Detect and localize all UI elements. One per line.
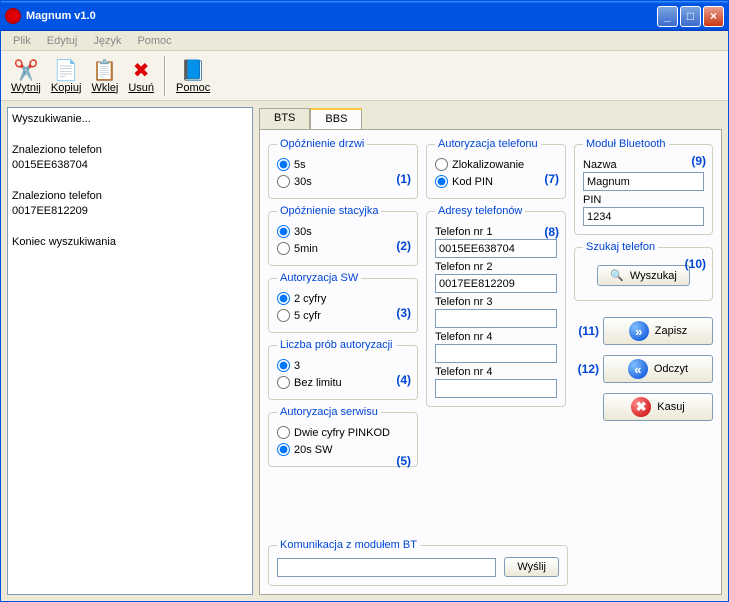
group-bt-comm: Komunikacja z modułem BT Wyślij [268, 539, 568, 586]
radio-service-pinkod[interactable]: Dwie cyfry PINKOD [277, 424, 409, 441]
radio-door-30s[interactable]: 30s [277, 173, 409, 190]
tab-strip: BTS BBS [259, 107, 722, 129]
radio-ign-30s[interactable]: 30s [277, 223, 409, 240]
bt-pin-input[interactable] [583, 207, 704, 226]
save-icon: » [629, 321, 649, 341]
log-line: 0017EE812209 [12, 204, 248, 219]
app-window: Magnum v1.0 _ □ × Plik Edytuj Język Pomo… [0, 0, 729, 602]
action-buttons: (11) »Zapisz (12) «Odczyt ✖Kasuj [574, 317, 713, 421]
group-addresses: Adresy telefonów (8) Telefon nr 1 Telefo… [426, 205, 566, 407]
right-pane: BTS BBS Opóźnienie drzwi (1) 5s 30s Opóź… [259, 107, 722, 595]
copy-icon: 📄 [54, 58, 79, 82]
erase-button[interactable]: ✖Kasuj [603, 393, 713, 421]
copy-button[interactable]: 📄Kopiuj [47, 56, 86, 96]
group-ignition-delay: Opóźnienie stacyjka (2) 30s 5min [268, 205, 418, 266]
magnifier-icon: 🔍 [610, 269, 624, 282]
close-button[interactable]: × [703, 6, 724, 27]
cut-button[interactable]: ✂️Wytnij [7, 56, 45, 96]
radio-tries-3[interactable]: 3 [277, 357, 409, 374]
menu-help[interactable]: Pomoc [129, 33, 179, 49]
erase-icon: ✖ [631, 397, 651, 417]
log-pane: Wyszukiwanie... Znaleziono telefon 0015E… [7, 107, 253, 595]
help-button[interactable]: 📘Pomoc [172, 56, 214, 96]
log-line: Znaleziono telefon [12, 189, 248, 204]
bt-comm-input[interactable] [277, 558, 496, 577]
log-line: Koniec wyszukiwania [12, 235, 248, 250]
radio-door-5s[interactable]: 5s [277, 156, 409, 173]
save-button[interactable]: »Zapisz [603, 317, 713, 345]
group-service-auth: Autoryzacja serwisu (5) Dwie cyfry PINKO… [268, 406, 418, 467]
help-icon: 📘 [181, 58, 206, 82]
tab-bts[interactable]: BTS [259, 108, 310, 130]
send-button[interactable]: Wyślij [504, 557, 559, 577]
log-line: 0015EE638704 [12, 158, 248, 173]
group-search-phone: Szukaj telefon (10) 🔍Wyszukaj [574, 241, 713, 301]
group-bluetooth: Moduł Bluetooth (9) Nazwa PIN [574, 138, 713, 235]
read-icon: « [628, 359, 648, 379]
maximize-button[interactable]: □ [680, 6, 701, 27]
phone3-input[interactable] [435, 309, 557, 328]
search-button[interactable]: 🔍Wyszukaj [597, 265, 690, 286]
menu-lang[interactable]: Język [85, 33, 129, 49]
menu-edit[interactable]: Edytuj [39, 33, 86, 49]
toolbar: ✂️Wytnij 📄Kopiuj 📋Wklej ✖Usuń 📘Pomoc [1, 51, 728, 101]
phone2-input[interactable] [435, 274, 557, 293]
minimize-button[interactable]: _ [657, 6, 678, 27]
read-button[interactable]: «Odczyt [603, 355, 713, 383]
scissors-icon: ✂️ [13, 58, 38, 82]
radio-phone-locate[interactable]: Zlokalizowanie [435, 156, 557, 173]
group-auth-sw: Autoryzacja SW (3) 2 cyfry 5 cyfr [268, 272, 418, 333]
delete-icon: ✖ [133, 58, 150, 82]
log-line: Wyszukiwanie... [12, 112, 248, 127]
window-title: Magnum v1.0 [26, 10, 657, 22]
log-line: Znaleziono telefon [12, 143, 248, 158]
menubar: Plik Edytuj Język Pomoc [1, 31, 728, 51]
phone4-input[interactable] [435, 344, 557, 363]
delete-button[interactable]: ✖Usuń [124, 56, 158, 96]
radio-sw-5[interactable]: 5 cyfr [277, 307, 409, 324]
group-phone-auth: Autoryzacja telefonu (7) Zlokalizowanie … [426, 138, 566, 199]
group-door-delay: Opóźnienie drzwi (1) 5s 30s [268, 138, 418, 199]
radio-tries-unlimited[interactable]: Bez limitu [277, 374, 409, 391]
bt-name-input[interactable] [583, 172, 704, 191]
radio-sw-2[interactable]: 2 cyfry [277, 290, 409, 307]
paste-button[interactable]: 📋Wklej [87, 56, 122, 96]
radio-phone-pin[interactable]: Kod PIN [435, 173, 557, 190]
menu-file[interactable]: Plik [5, 33, 39, 49]
tab-bbs[interactable]: BBS [310, 108, 362, 130]
radio-service-20s[interactable]: 20s SW [277, 441, 409, 458]
paste-icon: 📋 [92, 58, 117, 82]
phone1-input[interactable] [435, 239, 557, 258]
phone5-input[interactable] [435, 379, 557, 398]
tab-body: Opóźnienie drzwi (1) 5s 30s Opóźnienie s… [259, 129, 722, 595]
titlebar: Magnum v1.0 _ □ × [1, 1, 728, 31]
content-area: Wyszukiwanie... Znaleziono telefon 0015E… [1, 101, 728, 601]
toolbar-separator [164, 56, 166, 96]
radio-ign-5min[interactable]: 5min [277, 240, 409, 257]
app-icon [5, 8, 21, 24]
group-tries: Liczba prób autoryzacji (4) 3 Bez limitu [268, 339, 418, 400]
